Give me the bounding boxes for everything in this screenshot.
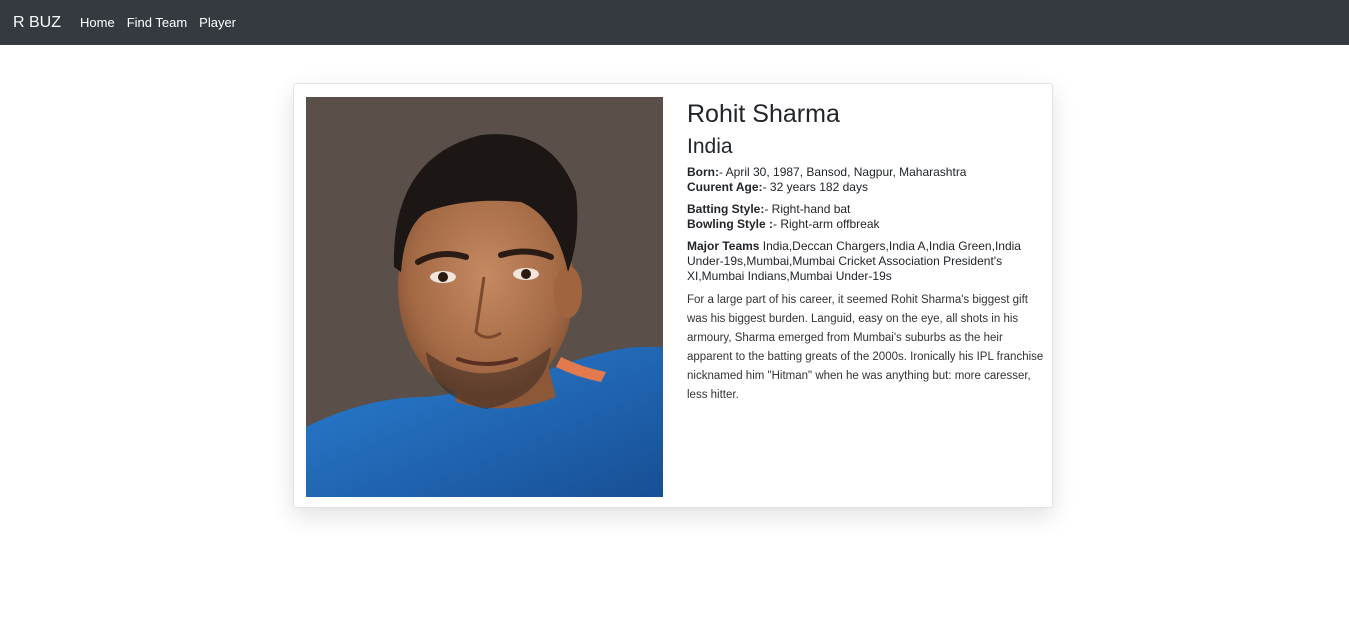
top-navbar: R BUZ Home Find Team Player (0, 0, 1349, 45)
batting-value: - Right-hand bat (764, 202, 851, 216)
player-info: Rohit Sharma India Born:- April 30, 1987… (687, 98, 1045, 405)
nav-link-player[interactable]: Player (199, 15, 236, 30)
nav-link-home[interactable]: Home (80, 15, 115, 30)
bowling-row: Bowling Style :- Right-arm offbreak (687, 217, 1045, 232)
player-photo (306, 97, 663, 497)
born-row: Born:- April 30, 1987, Bansod, Nagpur, M… (687, 165, 1045, 180)
teams-details: Major Teams India,Deccan Chargers,India … (687, 239, 1045, 284)
age-value: - 32 years 182 days (762, 180, 868, 194)
player-name: Rohit Sharma (687, 100, 840, 128)
nav-link-find-team[interactable]: Find Team (127, 15, 187, 30)
birth-details: Born:- April 30, 1987, Bansod, Nagpur, M… (687, 165, 1045, 195)
born-label: Born: (687, 165, 719, 179)
bowling-value: - Right-arm offbreak (773, 217, 880, 231)
nav-links: Home Find Team Player (80, 15, 248, 30)
batting-row: Batting Style:- Right-hand bat (687, 202, 1045, 217)
player-bio: For a large part of his career, it seeme… (687, 294, 1044, 401)
player-country: India (687, 135, 733, 158)
batting-label: Batting Style: (687, 202, 765, 216)
age-label: Cuurent Age: (687, 180, 763, 194)
teams-row: Major Teams India,Deccan Chargers,India … (687, 239, 1045, 284)
bowling-label: Bowling Style : (687, 217, 774, 231)
style-details: Batting Style:- Right-hand bat Bowling S… (687, 202, 1045, 232)
teams-label: Major Teams (687, 239, 760, 253)
born-value: - April 30, 1987, Bansod, Nagpur, Mahara… (719, 165, 967, 179)
age-row: Cuurent Age:- 32 years 182 days (687, 180, 1045, 195)
brand-logo[interactable]: R BUZ (13, 14, 61, 32)
player-card: Rohit Sharma India Born:- April 30, 1987… (293, 83, 1053, 508)
player-portrait-icon (306, 97, 663, 497)
